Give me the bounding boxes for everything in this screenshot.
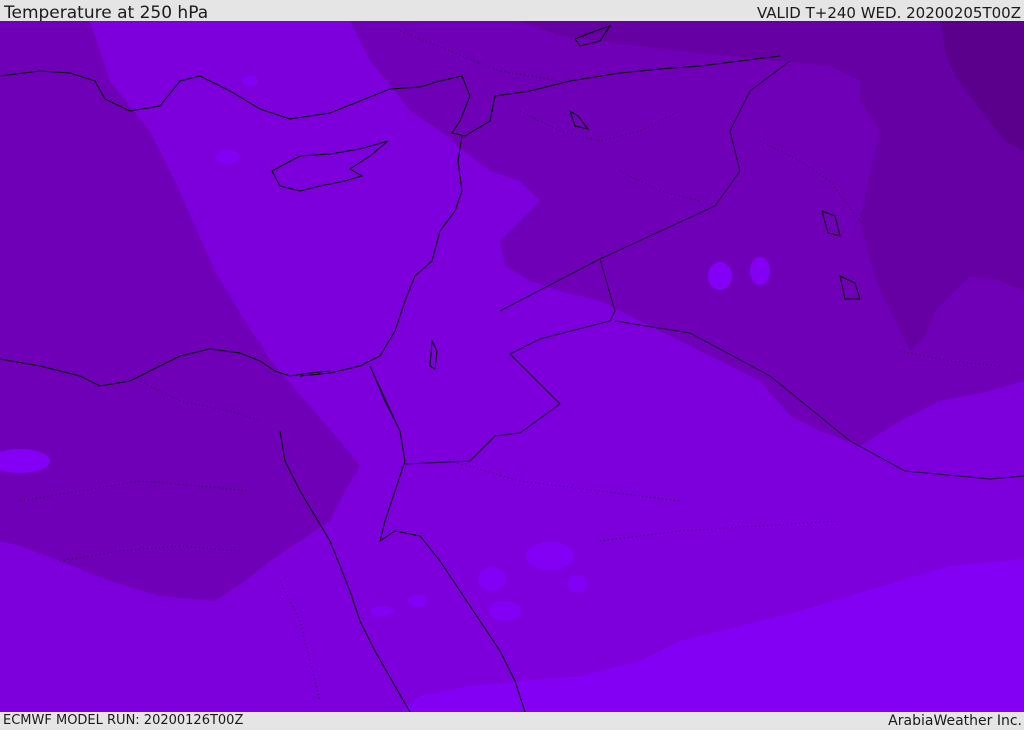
brand-credit: ArabiaWeather Inc.	[888, 713, 1022, 729]
warm-patch	[216, 150, 240, 164]
warm-patch	[489, 601, 521, 621]
warm-patch	[478, 567, 506, 591]
cold-patch	[750, 257, 770, 285]
map-title: Temperature at 250 hPa	[4, 3, 209, 23]
warm-patch	[567, 575, 587, 593]
warm-patch	[408, 595, 428, 607]
temperature-map	[0, 21, 1024, 712]
warm-patch	[526, 542, 574, 570]
header-bar: Temperature at 250 hPa VALID T+240 WED. …	[0, 0, 1024, 23]
valid-time: VALID T+240 WED. 20200205T00Z	[756, 4, 1021, 22]
cold-patch	[708, 262, 732, 290]
footer-bar: ECMWF MODEL RUN: 20200126T00Z ArabiaWeat…	[0, 712, 1024, 729]
model-run: ECMWF MODEL RUN: 20200126T00Z	[3, 713, 244, 728]
warm-patch	[370, 606, 394, 616]
warm-patch	[242, 76, 258, 86]
